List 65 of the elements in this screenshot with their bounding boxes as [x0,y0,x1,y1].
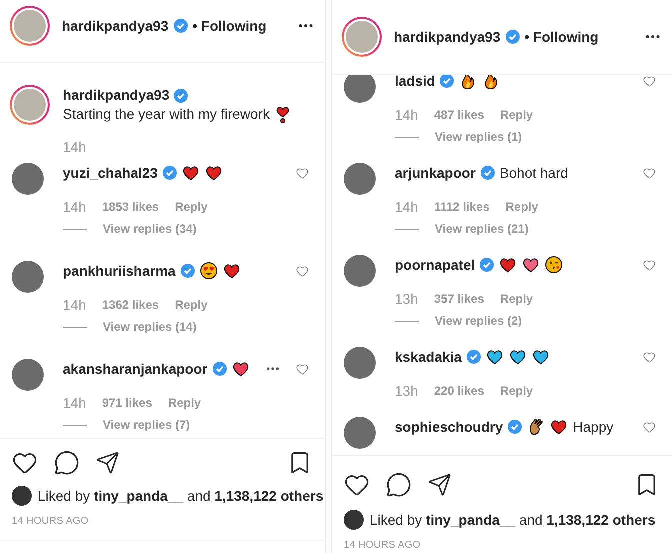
comment-text: Happy [573,418,614,437]
post-timestamp: 14 HOURS AGO [344,538,421,552]
comment-username[interactable]: poornapatel [395,254,476,276]
caption-text: Starting the year with my firework [63,105,270,124]
user-avatar[interactable] [344,417,376,449]
following-status[interactable]: • Following [524,26,599,48]
caption-username[interactable]: hardikpandya93 [63,86,170,105]
comment-time: 14h [63,198,86,216]
reply-link[interactable]: Reply [175,296,208,314]
comment-icon[interactable] [54,450,80,476]
reply-link[interactable]: Reply [500,290,534,308]
post-timestamp: 14 HOURS AGO [12,514,89,528]
post-time: 14h [63,138,86,156]
view-replies-link[interactable]: View replies (34) [103,220,197,238]
comment-time: 14h [63,296,86,314]
liked-by-text[interactable]: Liked by tiny_panda__ and 1,138,122 others [38,486,324,506]
user-avatar[interactable] [12,359,44,391]
user-avatar[interactable] [344,255,376,287]
likes-count[interactable]: 357 likes [434,290,484,308]
user-avatar[interactable] [344,163,376,195]
comment-username[interactable]: yuzi_chahal23 [63,162,158,184]
reply-link[interactable]: Reply [500,382,534,400]
comment-username[interactable]: akansharanjankapoor [63,358,208,380]
comment-time: 14h [395,106,418,124]
comment-username[interactable]: arjunkapoor [395,162,476,184]
user-avatar[interactable] [344,75,376,103]
following-status[interactable]: • Following [192,16,267,36]
liker-avatar[interactable] [12,486,32,506]
reply-link[interactable]: Reply [175,198,208,216]
share-icon[interactable] [428,473,452,497]
comment-time: 13h [395,382,418,400]
comment-username[interactable]: pankhuriisharma [63,260,176,282]
likes-count[interactable]: 1112 likes [434,198,490,216]
likes-count[interactable]: 487 likes [434,106,484,124]
reply-link[interactable]: Reply [506,198,538,216]
view-replies-link[interactable]: View replies (21) [435,220,529,238]
likes-count[interactable]: 971 likes [102,394,152,412]
likes-count[interactable]: 1362 likes [102,296,160,314]
reply-link[interactable]: Reply [500,106,534,124]
comment-time: 14h [395,198,418,216]
liker-avatar[interactable] [344,510,364,530]
comment-icon[interactable] [386,472,412,498]
user-avatar[interactable] [344,347,376,379]
user-avatar[interactable] [12,163,44,195]
comment-text: Bohot hard [500,164,568,182]
header-username[interactable]: hardikpandya93 [394,26,501,48]
profile-avatar[interactable] [342,17,382,57]
liked-by-text[interactable]: Liked by tiny_panda__ and 1,138,122 others [370,510,656,530]
likes-count[interactable]: 1853 likes [102,198,160,216]
user-avatar[interactable] [12,261,44,293]
reply-link[interactable]: Reply [168,394,202,412]
header-username[interactable]: hardikpandya93 [62,16,169,36]
comment-username[interactable]: ladsid [395,75,436,92]
comment-username[interactable]: sophieschoudry [395,416,504,438]
profile-avatar[interactable] [10,6,50,46]
comment-username[interactable]: kskadakia [395,346,462,368]
likes-count[interactable]: 220 likes [434,382,484,400]
comment-time: 13h [395,290,418,308]
share-icon[interactable] [96,451,120,475]
profile-avatar[interactable] [10,85,50,125]
comment-time: 14h [63,394,86,412]
view-replies-link[interactable]: View replies (14) [103,318,197,336]
view-replies-link[interactable]: View replies (7) [103,416,190,434]
view-replies-link[interactable]: View replies (1) [435,128,522,146]
view-replies-link[interactable]: View replies (2) [435,312,522,330]
